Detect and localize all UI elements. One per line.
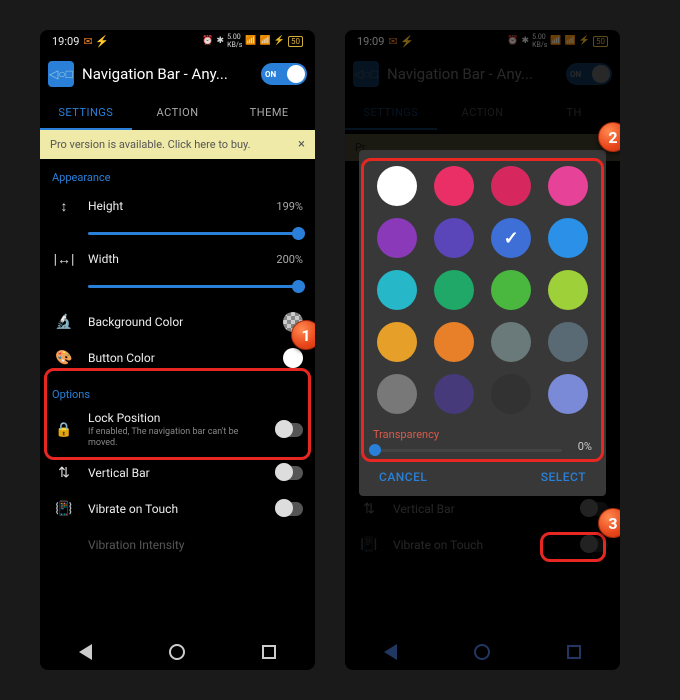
status-icons-left: ✉ ⚡ [83,35,109,48]
color-swatch[interactable] [434,270,474,310]
tabs: SETTINGS ACTION THEME [40,96,315,130]
lock-toggle[interactable] [275,423,303,437]
color-swatch-grid [373,164,592,424]
transparency-slider[interactable] [373,449,562,452]
color-swatch[interactable] [548,270,588,310]
width-icon: |↔| [52,251,76,268]
row-btncolor[interactable]: 🎨 Button Color [52,340,303,376]
color-swatch[interactable] [548,166,588,206]
status-icons-right: ⏰✱5.00KB/s📶📶⚡50 [202,33,303,49]
color-swatch[interactable] [377,218,417,258]
color-swatch[interactable] [377,166,417,206]
width-slider[interactable] [88,285,299,288]
row-vibrate[interactable]: 📳 Vibrate on Touch [52,491,303,527]
color-swatch[interactable] [491,166,531,206]
nav-recent[interactable] [259,642,279,662]
color-swatch[interactable] [491,374,531,414]
color-swatch[interactable] [377,270,417,310]
lock-icon: 🔒 [52,422,76,438]
section-options: Options [52,388,303,401]
status-time: 19:09 [52,35,79,48]
color-swatch[interactable] [491,270,531,310]
color-swatch[interactable] [377,374,417,414]
nav-back[interactable] [76,642,96,662]
height-slider[interactable] [88,232,299,235]
bgcolor-swatch [283,312,303,332]
master-toggle[interactable]: ON [261,63,307,85]
pro-banner-text: Pro version is available. Click here to … [50,138,251,151]
vbar-toggle[interactable] [275,466,303,480]
row-vintensity[interactable]: Vibration Intensity [52,527,303,563]
nav-home[interactable] [167,642,187,662]
nav-bar [40,630,315,670]
status-bar: 19:09 ✉ ⚡ ⏰✱5.00KB/s📶📶⚡50 [40,30,315,52]
color-swatch[interactable] [491,322,531,362]
tab-action[interactable]: ACTION [132,96,224,130]
select-button[interactable]: SELECT [541,470,586,484]
vibrate-icon: 📳 [52,501,76,517]
color-picker-dialog: Transparency 0% CANCEL SELECT [359,150,606,496]
palette-icon: 🎨 [52,350,76,366]
color-swatch[interactable] [434,374,474,414]
app-icon: ◁○□ [48,61,74,87]
vbar-icon: ⇅ [52,465,76,481]
section-appearance: Appearance [52,171,303,184]
color-swatch[interactable] [491,218,531,258]
btncolor-swatch [283,348,303,368]
transparency-label: Transparency [373,428,592,441]
width-value: 200% [276,253,303,266]
color-swatch[interactable] [548,374,588,414]
pro-banner[interactable]: Pro version is available. Click here to … [40,130,315,159]
color-swatch[interactable] [377,322,417,362]
color-swatch[interactable] [434,322,474,362]
height-icon: ↕ [52,198,76,215]
settings-content: Appearance ↕ Height 199% |↔| Width 200% … [40,159,315,630]
cancel-button[interactable]: CANCEL [379,470,427,484]
app-title: Navigation Bar - Any... [82,65,253,83]
tab-theme[interactable]: THEME [223,96,315,130]
bgcolor-icon: 🔬 [52,314,76,330]
app-header: ◁○□ Navigation Bar - Any... ON [40,52,315,96]
tab-settings[interactable]: SETTINGS [40,96,132,130]
row-lock[interactable]: 🔒 Lock Position If enabled, The navigati… [52,405,303,455]
phone-screenshot-2: 19:09 ✉ ⚡ ⏰✱5.00KB/s📶📶⚡50 ◁○□ Navigation… [345,30,620,670]
phone-screenshot-1: 19:09 ✉ ⚡ ⏰✱5.00KB/s📶📶⚡50 ◁○□ Navigation… [40,30,315,670]
row-width[interactable]: |↔| Width 200% [52,241,303,277]
transparency-value: 0% [578,440,592,453]
height-value: 199% [276,200,303,213]
close-icon[interactable]: × [298,137,305,152]
color-swatch[interactable] [434,218,474,258]
row-vbar[interactable]: ⇅ Vertical Bar [52,455,303,491]
row-bgcolor[interactable]: 🔬 Background Color [52,304,303,340]
color-swatch[interactable] [434,166,474,206]
vibrate-toggle[interactable] [275,502,303,516]
row-height[interactable]: ↕ Height 199% [52,188,303,224]
color-swatch[interactable] [548,322,588,362]
color-swatch[interactable] [548,218,588,258]
